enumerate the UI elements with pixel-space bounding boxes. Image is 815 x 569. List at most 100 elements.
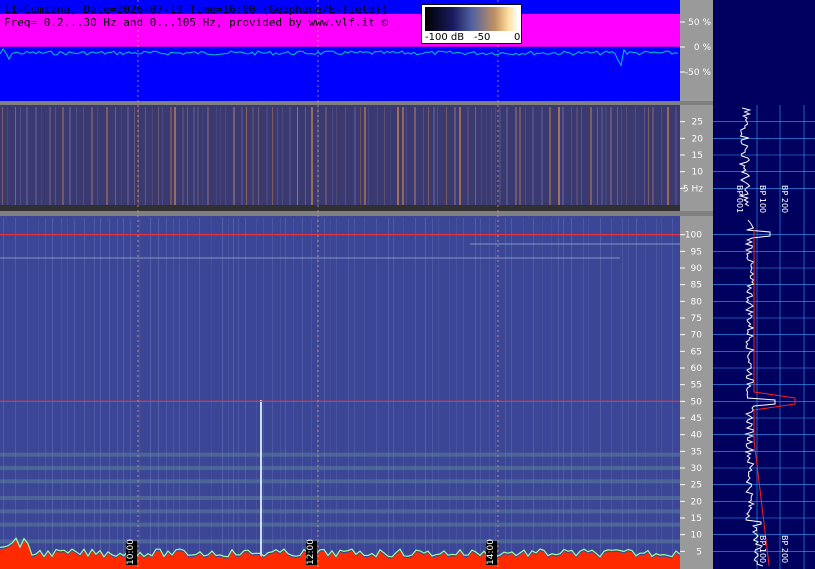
lower-band bbox=[0, 479, 680, 484]
upper-tick-label: 5 Hz bbox=[683, 184, 703, 194]
upper-spectrogram-stripe bbox=[76, 107, 77, 205]
upper-spectrogram-stripe bbox=[15, 107, 16, 205]
lower-tick-label: 90 bbox=[691, 264, 703, 274]
lower-spectrogram-stripe bbox=[302, 218, 303, 563]
upper-spectrogram-stripe bbox=[332, 107, 333, 205]
upper-spectrogram-stripe bbox=[661, 107, 662, 205]
upper-spectrogram-stripe bbox=[134, 107, 135, 205]
upper-spectrogram-stripe bbox=[258, 107, 259, 205]
lower-spectrogram-burst bbox=[260, 400, 262, 560]
upper-spectrogram-stripe bbox=[336, 107, 337, 205]
lower-tick-label: 85 bbox=[691, 281, 702, 291]
upper-spectrogram-stripe bbox=[20, 107, 21, 205]
lower-spectrogram-stripe bbox=[628, 218, 629, 563]
lower-spectrogram-stripe bbox=[27, 218, 28, 563]
lower-band bbox=[0, 522, 680, 527]
lower-spectrogram-stripe bbox=[238, 218, 239, 563]
upper-spectrogram-stripe bbox=[621, 107, 622, 205]
lower-spectrogram-stripe bbox=[656, 218, 657, 563]
lower-band bbox=[0, 466, 680, 470]
upper-spectrogram-stripe bbox=[220, 107, 221, 205]
profile-grid bbox=[713, 105, 815, 569]
lower-spectrogram-stripe bbox=[117, 218, 118, 563]
upper-spectrogram-stripe bbox=[541, 107, 543, 205]
lower-band bbox=[0, 509, 680, 514]
upper-spectrogram-stripe bbox=[197, 107, 199, 205]
panel-separator-2 bbox=[0, 211, 713, 216]
lower-spectrogram-stripe bbox=[489, 218, 490, 563]
lower-spectrogram-stripe bbox=[311, 218, 312, 563]
lower-band bbox=[0, 496, 680, 500]
upper-spectrogram-stripe bbox=[49, 107, 51, 205]
upper-spectrogram-stripe bbox=[207, 107, 209, 205]
upper-spectrogram-stripe bbox=[626, 107, 627, 205]
lower-spectrogram-stripe bbox=[425, 218, 426, 563]
lower-spectrogram-stripe bbox=[330, 218, 331, 563]
lower-spectrogram-stripe bbox=[228, 218, 229, 563]
lower-spectrogram-stripe bbox=[480, 218, 481, 563]
lower-tick-label: 45 bbox=[691, 414, 702, 424]
lower-spectrogram-stripe bbox=[588, 218, 589, 563]
upper-spectrogram-stripe bbox=[2, 107, 3, 205]
upper-spectrogram-stripe bbox=[193, 107, 195, 205]
lower-spectrogram-stripe bbox=[354, 218, 355, 563]
upper-spectrogram-stripe bbox=[162, 107, 163, 205]
upper-spectrogram-stripe bbox=[402, 107, 404, 205]
upper-spectrogram-stripe bbox=[406, 107, 407, 205]
upper-spectrogram-stripe bbox=[590, 107, 592, 205]
profile-trace-average bbox=[753, 230, 796, 567]
upper-spectrogram-stripe bbox=[55, 107, 56, 205]
lower-spectrogram-stripe bbox=[45, 218, 46, 563]
upper-spectrogram-stripe bbox=[187, 107, 188, 205]
lower-spectrogram-stripe bbox=[376, 218, 377, 563]
lower-spectrogram-stripe bbox=[645, 218, 646, 563]
lower-tick-label: 60 bbox=[691, 364, 703, 374]
amplitude-tick-label: 50 % bbox=[688, 18, 711, 28]
upper-spectrogram-stripe bbox=[562, 107, 564, 205]
lower-spectrogram-stripe bbox=[600, 218, 601, 563]
upper-spectrogram-stripe bbox=[495, 107, 496, 205]
upper-spectrogram-stripe bbox=[423, 107, 424, 205]
upper-spectrogram-floor bbox=[0, 205, 680, 211]
upper-spectrogram-stripe bbox=[364, 107, 366, 205]
upper-spectrogram-stripe bbox=[506, 107, 508, 205]
time-label: 12:00 bbox=[306, 539, 317, 565]
header-line-1: I1-Cumiana, Date=2026-07-19 Time=16:00 (… bbox=[4, 3, 389, 16]
lower-spectrogram-stripe bbox=[511, 218, 512, 563]
lower-spectrogram-stripe bbox=[67, 218, 68, 563]
upper-spectrogram-stripe bbox=[225, 107, 226, 205]
upper-spectrogram-stripe bbox=[216, 107, 217, 205]
upper-spectrogram-stripe bbox=[576, 107, 578, 205]
upper-spectrogram-stripe bbox=[360, 107, 361, 205]
upper-spectrogram-stripe bbox=[390, 107, 391, 205]
upper-spectrogram-stripe bbox=[475, 107, 476, 205]
lower-spectrogram-stripe bbox=[415, 218, 416, 563]
upper-spectrogram-stripe bbox=[91, 107, 93, 205]
upper-spectrogram-stripe bbox=[617, 107, 618, 205]
lower-tick-label: 50 bbox=[691, 397, 703, 407]
upper-spectrogram-stripe bbox=[7, 107, 8, 205]
lower-spectrogram-stripe bbox=[533, 218, 534, 563]
lower-spectrogram-stripe bbox=[245, 218, 246, 563]
lower-spectrogram-stripe bbox=[94, 218, 95, 563]
lower-spectrogram-stripe bbox=[100, 218, 101, 563]
upper-spectrogram-stripe bbox=[115, 107, 116, 205]
lower-spectrogram-stripe bbox=[166, 218, 167, 563]
upper-spectrogram-stripe bbox=[414, 107, 416, 205]
lower-spectrogram-stripe bbox=[199, 218, 200, 563]
lower-tick-label: 15 bbox=[691, 514, 702, 524]
upper-spectrogram-stripe bbox=[667, 107, 669, 205]
lower-band bbox=[0, 539, 680, 544]
lower-tick-label: 95 bbox=[691, 247, 702, 257]
bp-label-upper: BP 200 bbox=[780, 185, 789, 213]
time-label: 14:00 bbox=[486, 539, 497, 565]
upper-spectrogram-stripe bbox=[121, 107, 122, 205]
lower-spectrogram-stripe bbox=[272, 218, 273, 563]
upper-spectrogram-stripe bbox=[377, 107, 378, 205]
upper-spectrogram-stripe bbox=[311, 107, 313, 205]
bp-label-lower: BP 200 bbox=[780, 535, 789, 563]
lower-spectrogram-stripe bbox=[364, 218, 365, 563]
lower-tick-label: 70 bbox=[691, 331, 703, 341]
upper-spectrogram-stripe bbox=[610, 107, 612, 205]
upper-spectrogram-stripe bbox=[41, 107, 42, 205]
